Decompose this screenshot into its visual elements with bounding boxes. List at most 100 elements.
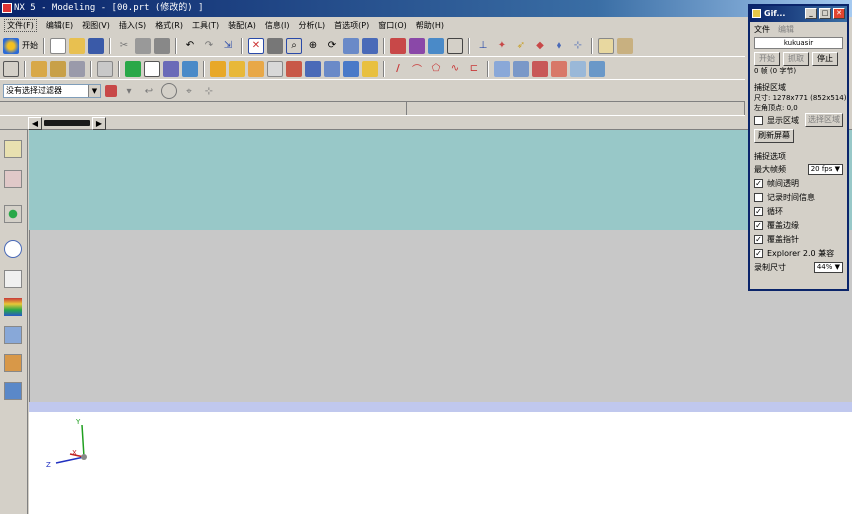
type-filter-icon[interactable] bbox=[105, 85, 117, 97]
opt-explorer-checkbox[interactable]: ✓ bbox=[754, 248, 763, 258]
sketch-icon[interactable] bbox=[3, 60, 19, 77]
open-folder-icon[interactable] bbox=[69, 37, 85, 54]
trim-body-icon[interactable] bbox=[343, 60, 359, 77]
intersect-icon[interactable] bbox=[248, 60, 264, 77]
start-icon[interactable] bbox=[3, 37, 19, 54]
hole-icon[interactable] bbox=[97, 60, 113, 77]
selection-filter-dropdown[interactable]: 没有选择过滤器 ▼ bbox=[3, 84, 101, 98]
subtract-icon[interactable] bbox=[229, 60, 245, 77]
undo-icon[interactable]: ↶ bbox=[182, 38, 198, 54]
scroll-left-button[interactable]: ◀ bbox=[28, 116, 42, 130]
menu-tools[interactable]: 工具(T) bbox=[192, 20, 219, 31]
start-button[interactable]: 开始 bbox=[754, 52, 780, 66]
orient-view-icon[interactable] bbox=[428, 37, 444, 54]
show-area-checkbox[interactable] bbox=[754, 115, 763, 125]
opt-cover-border-checkbox[interactable]: ✓ bbox=[754, 220, 763, 230]
thicken-icon[interactable] bbox=[589, 60, 605, 77]
new-file-icon[interactable] bbox=[50, 37, 66, 54]
menu-view[interactable]: 视图(V) bbox=[82, 20, 110, 31]
line-icon[interactable]: / bbox=[390, 61, 406, 77]
offset-curve-icon[interactable]: ⊏ bbox=[466, 61, 482, 77]
maximize-button[interactable]: □ bbox=[819, 8, 831, 19]
cone-icon[interactable] bbox=[182, 60, 198, 77]
chevron-down-icon[interactable]: ▾ bbox=[121, 83, 137, 99]
arc-icon[interactable]: ⌒ bbox=[409, 61, 425, 77]
csys-icon[interactable]: ⊥ bbox=[475, 38, 491, 54]
measure-distance-icon[interactable] bbox=[598, 37, 614, 54]
sew-icon[interactable] bbox=[570, 60, 586, 77]
render-style-icon[interactable] bbox=[409, 37, 425, 54]
cut-icon[interactable]: ✂ bbox=[116, 38, 132, 54]
minimize-button[interactable]: _ bbox=[805, 8, 817, 19]
gif-menu-edit[interactable]: 编辑 bbox=[778, 24, 794, 34]
menu-help[interactable]: 帮助(H) bbox=[416, 20, 444, 31]
redo-icon[interactable]: ↷ bbox=[201, 38, 217, 54]
web-browser-icon[interactable] bbox=[4, 205, 22, 223]
zoom-in-out-icon[interactable]: ⊕ bbox=[305, 38, 321, 54]
menu-edit[interactable]: 编辑(E) bbox=[46, 20, 73, 31]
menu-analysis[interactable]: 分析(L) bbox=[298, 20, 325, 31]
menu-file[interactable]: 文件(F) bbox=[4, 19, 37, 32]
fit-view-icon[interactable]: ✕ bbox=[248, 37, 264, 54]
edge-blend-icon[interactable] bbox=[267, 60, 283, 77]
zoom-icon[interactable]: ⌕ bbox=[286, 37, 302, 54]
snap-midpoint-icon[interactable]: ⊹ bbox=[201, 83, 217, 99]
record-size-select[interactable]: 44% ▼ bbox=[813, 261, 843, 273]
shell-icon[interactable] bbox=[305, 60, 321, 77]
selection-arrow-icon[interactable]: ⇲ bbox=[220, 38, 236, 54]
opt-transparent-checkbox[interactable]: ✓ bbox=[754, 178, 763, 188]
measure-angle-icon[interactable] bbox=[617, 37, 633, 54]
rotate-icon[interactable]: ⟳ bbox=[324, 38, 340, 54]
shade-color-icon[interactable] bbox=[390, 37, 406, 54]
snap-icon[interactable]: ⊹ bbox=[570, 38, 586, 54]
menu-assembly[interactable]: 装配(A) bbox=[228, 20, 256, 31]
pan-icon[interactable] bbox=[343, 37, 359, 54]
assembly-navigator-icon[interactable] bbox=[4, 140, 22, 158]
close-button[interactable]: ✕ bbox=[833, 8, 845, 19]
reset-filter-icon[interactable]: ↩ bbox=[141, 83, 157, 99]
history-icon[interactable] bbox=[4, 240, 22, 258]
opt-loop-checkbox[interactable]: ✓ bbox=[754, 206, 763, 216]
refresh-screen-button[interactable]: 刷新屏幕 bbox=[754, 129, 794, 143]
block-icon[interactable] bbox=[144, 60, 160, 77]
gif-menu-file[interactable]: 文件 bbox=[754, 24, 770, 34]
menu-window[interactable]: 窗口(O) bbox=[378, 20, 407, 31]
roles-icon[interactable] bbox=[4, 354, 22, 372]
stop-button[interactable]: 停止 bbox=[812, 52, 838, 66]
point-icon[interactable]: ✦ bbox=[494, 38, 510, 54]
start-button[interactable]: 开始 bbox=[22, 40, 38, 51]
datum-icon[interactable]: ⬧ bbox=[551, 38, 567, 54]
unite-icon[interactable] bbox=[210, 60, 226, 77]
paste-icon[interactable] bbox=[154, 37, 170, 54]
palette-icon[interactable] bbox=[4, 298, 22, 316]
scroll-right-button[interactable]: ▶ bbox=[92, 116, 106, 130]
sweep-icon[interactable] bbox=[69, 60, 85, 77]
swept-surface-icon[interactable] bbox=[551, 60, 567, 77]
opt-cover-cursor-checkbox[interactable]: ✓ bbox=[754, 234, 763, 244]
menu-format[interactable]: 格式(R) bbox=[155, 20, 183, 31]
surface-icon[interactable] bbox=[494, 60, 510, 77]
menu-preferences[interactable]: 首选项(P) bbox=[334, 20, 369, 31]
max-fps-select[interactable]: 20 fps ▼ bbox=[807, 163, 843, 175]
extrude-icon[interactable] bbox=[31, 60, 47, 77]
select-area-button[interactable]: 选择区域 bbox=[805, 113, 843, 127]
chevron-down-icon[interactable]: ▼ bbox=[88, 85, 100, 97]
shaded-view-icon[interactable] bbox=[362, 37, 378, 54]
through-curves-icon[interactable] bbox=[513, 60, 529, 77]
scroll-thumb[interactable] bbox=[44, 120, 90, 126]
boss-icon[interactable] bbox=[125, 60, 141, 77]
menu-info[interactable]: 信息(I) bbox=[265, 20, 290, 31]
zoom-window-icon[interactable] bbox=[267, 37, 283, 54]
cylinder-icon[interactable] bbox=[163, 60, 179, 77]
menu-insert[interactable]: 插入(S) bbox=[119, 20, 146, 31]
save-icon[interactable] bbox=[88, 37, 104, 54]
mesh-surface-icon[interactable] bbox=[532, 60, 548, 77]
revolve-icon[interactable] bbox=[50, 60, 66, 77]
layer-icon[interactable] bbox=[447, 37, 463, 54]
process-studio-icon[interactable] bbox=[4, 326, 22, 344]
polygon-icon[interactable]: ⬠ bbox=[428, 61, 444, 77]
spline-icon[interactable]: ∿ bbox=[447, 61, 463, 77]
reuse-library-icon[interactable] bbox=[4, 270, 22, 288]
copy-icon[interactable] bbox=[135, 37, 151, 54]
vector-icon[interactable]: ➶ bbox=[513, 38, 529, 54]
